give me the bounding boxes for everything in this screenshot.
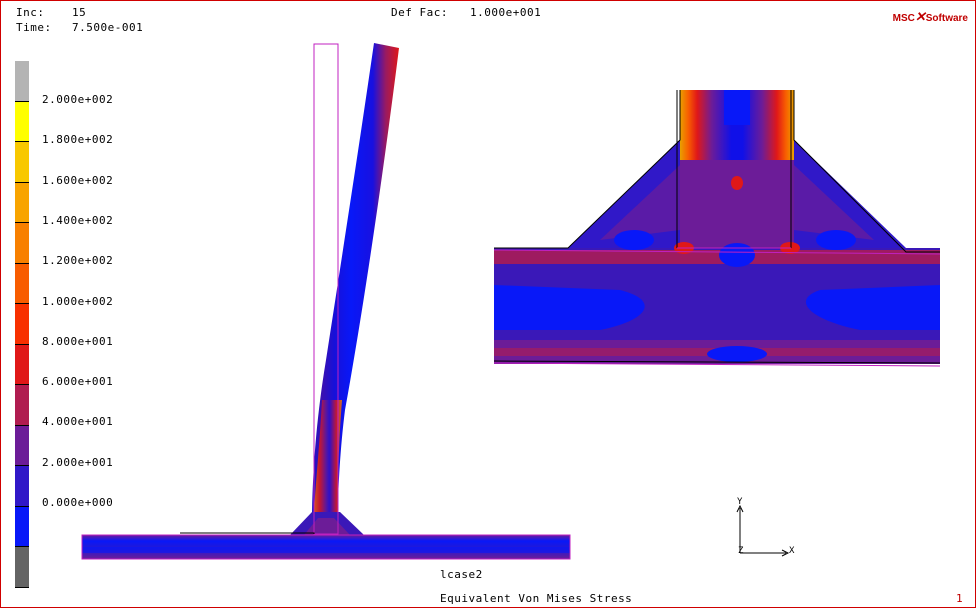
zoom-low-left bbox=[494, 285, 645, 330]
zoom-fillet-right-mid bbox=[794, 165, 874, 240]
loadcase-label: lcase2 bbox=[440, 568, 483, 581]
zoom-low-spot-left bbox=[614, 230, 654, 250]
triad-x-label: X bbox=[789, 546, 795, 556]
zoom-stem-core bbox=[724, 90, 750, 125]
fe-model-view bbox=[81, 43, 941, 560]
zoom-hotspot-center bbox=[731, 176, 743, 190]
base-plate-band bbox=[82, 547, 570, 553]
viewport-index: 1 bbox=[956, 592, 964, 605]
right-zoomed-model bbox=[493, 90, 941, 367]
triad-z-label: Z bbox=[738, 546, 744, 556]
zoom-fillet-left-mid bbox=[600, 165, 680, 240]
zoom-low-center bbox=[719, 243, 755, 267]
axis-triad bbox=[736, 504, 790, 557]
quantity-title: Equivalent Von Mises Stress bbox=[440, 592, 633, 605]
zoom-low-bottom bbox=[707, 346, 767, 362]
zoom-low-spot-right bbox=[816, 230, 856, 250]
triad-y-label: Y bbox=[737, 497, 743, 507]
